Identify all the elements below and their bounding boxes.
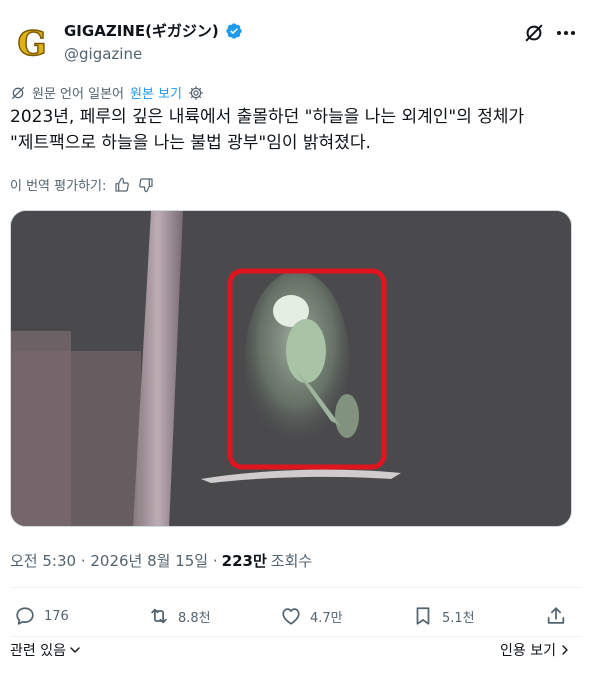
rate-translation-row: 이 번역 평가하기:	[10, 175, 154, 194]
share-button[interactable]	[545, 601, 567, 631]
views-count: 223만	[221, 552, 267, 570]
divider	[10, 587, 581, 588]
more-options-icon[interactable]	[551, 18, 581, 48]
chevron-right-icon	[562, 645, 568, 655]
retweet-button[interactable]: 8.8천	[148, 601, 211, 631]
night-footage-image	[11, 211, 571, 526]
translation-notice: 원문 언어 일본어 원본 보기	[10, 83, 204, 102]
author-name-row[interactable]: GIGAZINE(ギガジン)	[64, 20, 243, 41]
tweet-text: 2023년, 페루의 깊은 내륙에서 출몰하던 "하늘을 나는 외계인"의 정체…	[10, 104, 580, 156]
avatar-logo: G	[17, 24, 48, 64]
avatar[interactable]: G	[10, 22, 54, 66]
tweet-timestamp[interactable]: 오전 5:30 · 2026년 8월 15일 ·	[10, 550, 218, 571]
translation-language-label: 원문 언어 일본어	[32, 87, 124, 102]
thumbs-down-icon[interactable]	[138, 177, 154, 193]
reply-count: 176	[44, 608, 69, 624]
thumbs-up-icon[interactable]	[114, 177, 130, 193]
view-quotes-link[interactable]: 인용 보기	[500, 640, 571, 660]
translate-icon	[12, 86, 24, 99]
rate-translation-label: 이 번역 평가하기:	[10, 179, 107, 194]
tweet-header: G GIGAZINE(ギガジン) @gigazine	[10, 14, 581, 70]
gear-icon[interactable]	[188, 85, 204, 101]
related-label: 관련 있음	[10, 643, 66, 659]
reply-button[interactable]: 176	[14, 601, 69, 631]
reply-icon	[16, 607, 34, 625]
retweet-icon	[151, 608, 167, 624]
chevron-down-icon	[70, 647, 80, 653]
divider	[10, 636, 581, 637]
author-handle[interactable]: @gigazine	[64, 45, 142, 63]
grok-icon[interactable]	[523, 22, 545, 44]
tweet-actions-bar: 176 8.8천 4.7만 5.1천	[10, 601, 570, 631]
tweet-text-line: 2023년, 페루의 깊은 내륙에서 출몰하던 "하늘을 나는 외계인"의 정체…	[10, 107, 525, 127]
verified-badge-icon	[226, 22, 242, 39]
tweet-meta: 오전 5:30 · 2026년 8월 15일 · 223만 조회수	[10, 550, 312, 571]
view-quotes-label: 인용 보기	[500, 643, 556, 659]
tweet-media-image[interactable]	[10, 210, 572, 527]
show-original-link[interactable]: 원본 보기	[130, 83, 182, 102]
share-icon	[547, 607, 565, 624]
bookmark-button[interactable]: 5.1천	[412, 601, 475, 631]
tweet-text-line: "제트팩으로 하늘을 나는 불법 광부"임이 밝혀졌다.	[10, 133, 371, 153]
retweet-count: 8.8천	[178, 610, 211, 626]
bookmark-icon	[416, 607, 430, 625]
like-button[interactable]: 4.7만	[280, 601, 343, 631]
bookmark-count: 5.1천	[442, 610, 475, 626]
author-display-name[interactable]: GIGAZINE(ギガジン)	[64, 20, 219, 41]
like-count: 4.7만	[310, 610, 343, 626]
views-label: 조회수	[270, 552, 313, 570]
heart-icon	[282, 608, 300, 625]
related-dropdown[interactable]: 관련 있음	[10, 640, 81, 660]
